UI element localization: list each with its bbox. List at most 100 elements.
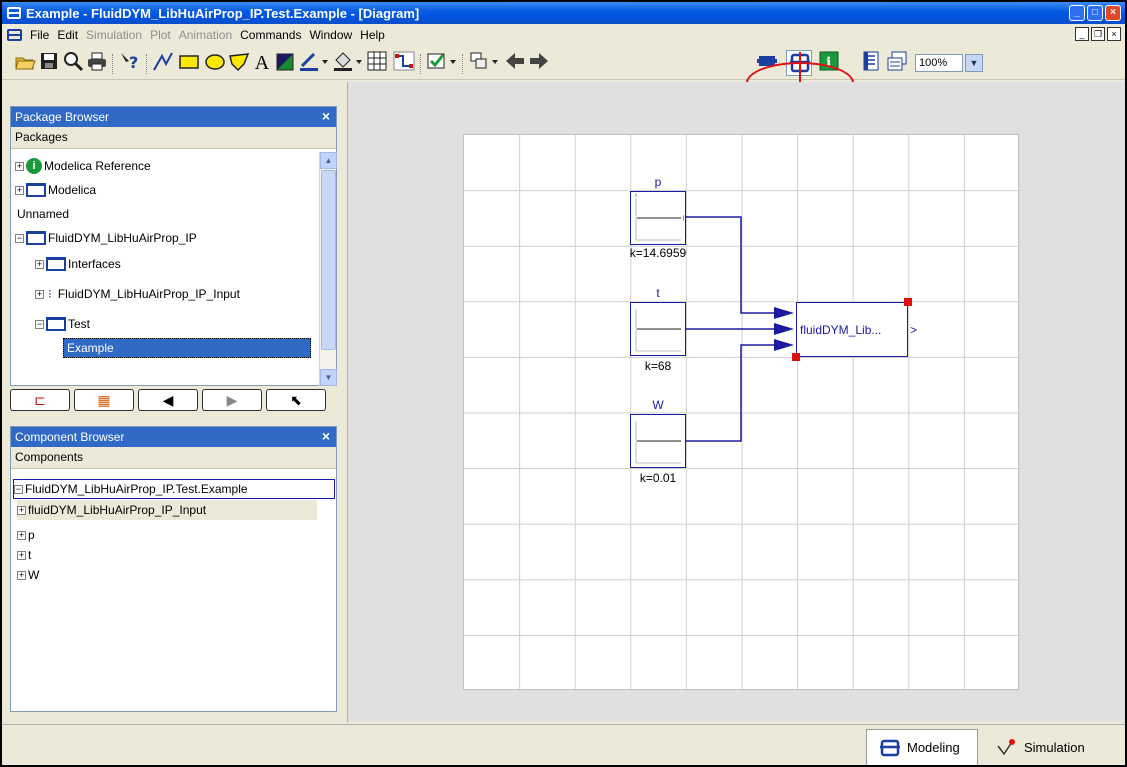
close-icon[interactable]: ×: [322, 108, 330, 124]
check-icon[interactable]: [426, 50, 458, 76]
maximize-icon[interactable]: □: [1087, 5, 1103, 21]
component-item[interactable]: + W: [17, 565, 39, 585]
rectangle-tool-icon[interactable]: [178, 50, 200, 76]
fill-color-icon[interactable]: [274, 50, 296, 76]
text-tool-icon[interactable]: A: [252, 50, 272, 76]
component-icon[interactable]: [468, 50, 500, 76]
expand-icon[interactable]: +: [17, 530, 26, 540]
close-icon[interactable]: ×: [322, 428, 330, 444]
collapse-icon[interactable]: −: [14, 484, 23, 494]
icon-layer-icon[interactable]: [756, 50, 778, 76]
tab-simulation[interactable]: Simulation: [986, 729, 1104, 765]
close-icon[interactable]: ×: [1105, 5, 1121, 21]
back-arrow-icon: ◀: [162, 391, 174, 408]
diagram-layer-icon: [880, 739, 900, 756]
modelica-text-layer-icon[interactable]: [860, 50, 882, 76]
expand-icon[interactable]: +: [17, 505, 26, 515]
grid-icon[interactable]: [366, 50, 388, 76]
package-scrollbar[interactable]: ▲ ▼: [319, 152, 337, 386]
back-arrow-icon[interactable]: [504, 50, 526, 76]
expand-icon[interactable]: +: [15, 185, 24, 195]
tab-simulation-label: Simulation: [1024, 739, 1085, 755]
open-folder-icon[interactable]: [14, 50, 36, 76]
document-menu-icon[interactable]: [7, 29, 22, 41]
scroll-up-icon[interactable]: ▲: [320, 152, 337, 169]
diagram-layer-icon[interactable]: [786, 50, 812, 76]
ellipse-tool-icon[interactable]: [204, 50, 226, 76]
forward-arrow-icon[interactable]: [528, 50, 550, 76]
print-icon[interactable]: [86, 50, 108, 76]
line-tool-icon[interactable]: [152, 50, 174, 76]
source-block-p[interactable]: [630, 191, 688, 245]
menu-file[interactable]: File: [26, 28, 53, 42]
components-header[interactable]: Components: [11, 447, 336, 469]
collapse-icon[interactable]: −: [15, 233, 24, 243]
component-root[interactable]: − FluidDYM_LibHuAirProp_IP.Test.Example: [13, 479, 335, 499]
tree-item-modelica-reference[interactable]: + i Modelica Reference: [15, 155, 151, 177]
back-button[interactable]: ◀: [138, 389, 198, 411]
tree-item-modelica[interactable]: + Modelica: [15, 179, 96, 201]
tree-item-fluiddym[interactable]: − FluidDYM_LibHuAirProp_IP: [15, 227, 197, 249]
tree-item-input[interactable]: + ⁝ FluidDYM_LibHuAirProp_IP_Input: [35, 283, 240, 305]
source-block-w[interactable]: [630, 414, 686, 468]
tree-item-example[interactable]: Example: [63, 338, 311, 358]
menu-commands[interactable]: Commands: [236, 28, 305, 42]
menu-plot[interactable]: Plot: [146, 28, 175, 42]
package-browser-title-text: Package Browser: [15, 110, 110, 124]
component-item[interactable]: + fluidDYM_LibHuAirProp_IP_Input: [17, 500, 317, 520]
block-param: k=14.6959: [629, 246, 687, 260]
expand-icon[interactable]: +: [17, 570, 26, 580]
tree-item-label: Modelica: [48, 183, 97, 197]
package-icon: [46, 257, 66, 271]
selection-handle[interactable]: [904, 298, 912, 306]
collapse-icon[interactable]: −: [35, 319, 44, 329]
search-icon[interactable]: [62, 50, 84, 76]
expand-icon[interactable]: +: [15, 161, 24, 171]
save-icon[interactable]: [38, 50, 60, 76]
component-item[interactable]: + p: [17, 525, 35, 545]
tab-modeling[interactable]: Modeling: [866, 729, 978, 765]
menu-window[interactable]: Window: [305, 28, 356, 42]
mdi-minimize-icon[interactable]: _: [1075, 27, 1089, 41]
tree-item-interfaces[interactable]: + Interfaces: [35, 253, 121, 275]
block-param: k=0.01: [639, 471, 677, 485]
polygon-tool-icon[interactable]: [228, 50, 250, 76]
component-item[interactable]: + t: [17, 545, 31, 565]
menu-simulation[interactable]: Simulation: [82, 28, 146, 42]
connector-routing-icon[interactable]: [392, 50, 416, 76]
expand-icon[interactable]: +: [35, 259, 44, 269]
selection-handle[interactable]: [792, 353, 800, 361]
context-help-icon[interactable]: ?: [118, 50, 142, 76]
simulation-icon: [997, 739, 1015, 756]
minimize-icon[interactable]: _: [1069, 5, 1085, 21]
chevron-down-icon[interactable]: ▼: [965, 54, 983, 72]
menu-help[interactable]: Help: [356, 28, 389, 42]
used-classes-layer-icon[interactable]: [886, 50, 908, 76]
source-block-t[interactable]: [630, 302, 686, 356]
mdi-close-icon[interactable]: ×: [1107, 27, 1121, 41]
diagram-app-icon: [7, 7, 21, 19]
zoom-select[interactable]: 100%: [915, 54, 963, 72]
line-color-icon[interactable]: [298, 50, 328, 76]
icon-view-button[interactable]: ▦: [74, 389, 134, 411]
scroll-down-icon[interactable]: ▼: [320, 369, 337, 386]
menu-edit[interactable]: Edit: [53, 28, 82, 42]
expand-icon[interactable]: +: [17, 550, 26, 560]
up-button[interactable]: ⬉: [266, 389, 326, 411]
menu-animation[interactable]: Animation: [175, 28, 236, 42]
paint-bucket-icon[interactable]: [332, 50, 362, 76]
forward-button[interactable]: ▶: [202, 389, 262, 411]
tree-item-test[interactable]: − Test: [35, 313, 90, 335]
packages-header[interactable]: Packages: [11, 127, 336, 149]
tree-item-label: Unnamed: [17, 207, 70, 221]
block-name: p: [654, 175, 662, 189]
tree-view-button[interactable]: ⊏: [10, 389, 70, 411]
scroll-thumb[interactable]: [321, 170, 336, 350]
mdi-restore-icon[interactable]: ❐: [1091, 27, 1105, 41]
fluid-block[interactable]: fluidDYM_Lib...: [796, 302, 908, 357]
documentation-layer-icon[interactable]: i: [818, 50, 840, 76]
expand-icon[interactable]: +: [35, 289, 44, 299]
tree-item-unnamed[interactable]: Unnamed: [17, 203, 69, 225]
diagram-canvas[interactable]: p k=14.6959 t k=68 W k=0.01 fluidDYM_Lib…: [463, 134, 1020, 691]
block-param: k=68: [644, 359, 672, 373]
